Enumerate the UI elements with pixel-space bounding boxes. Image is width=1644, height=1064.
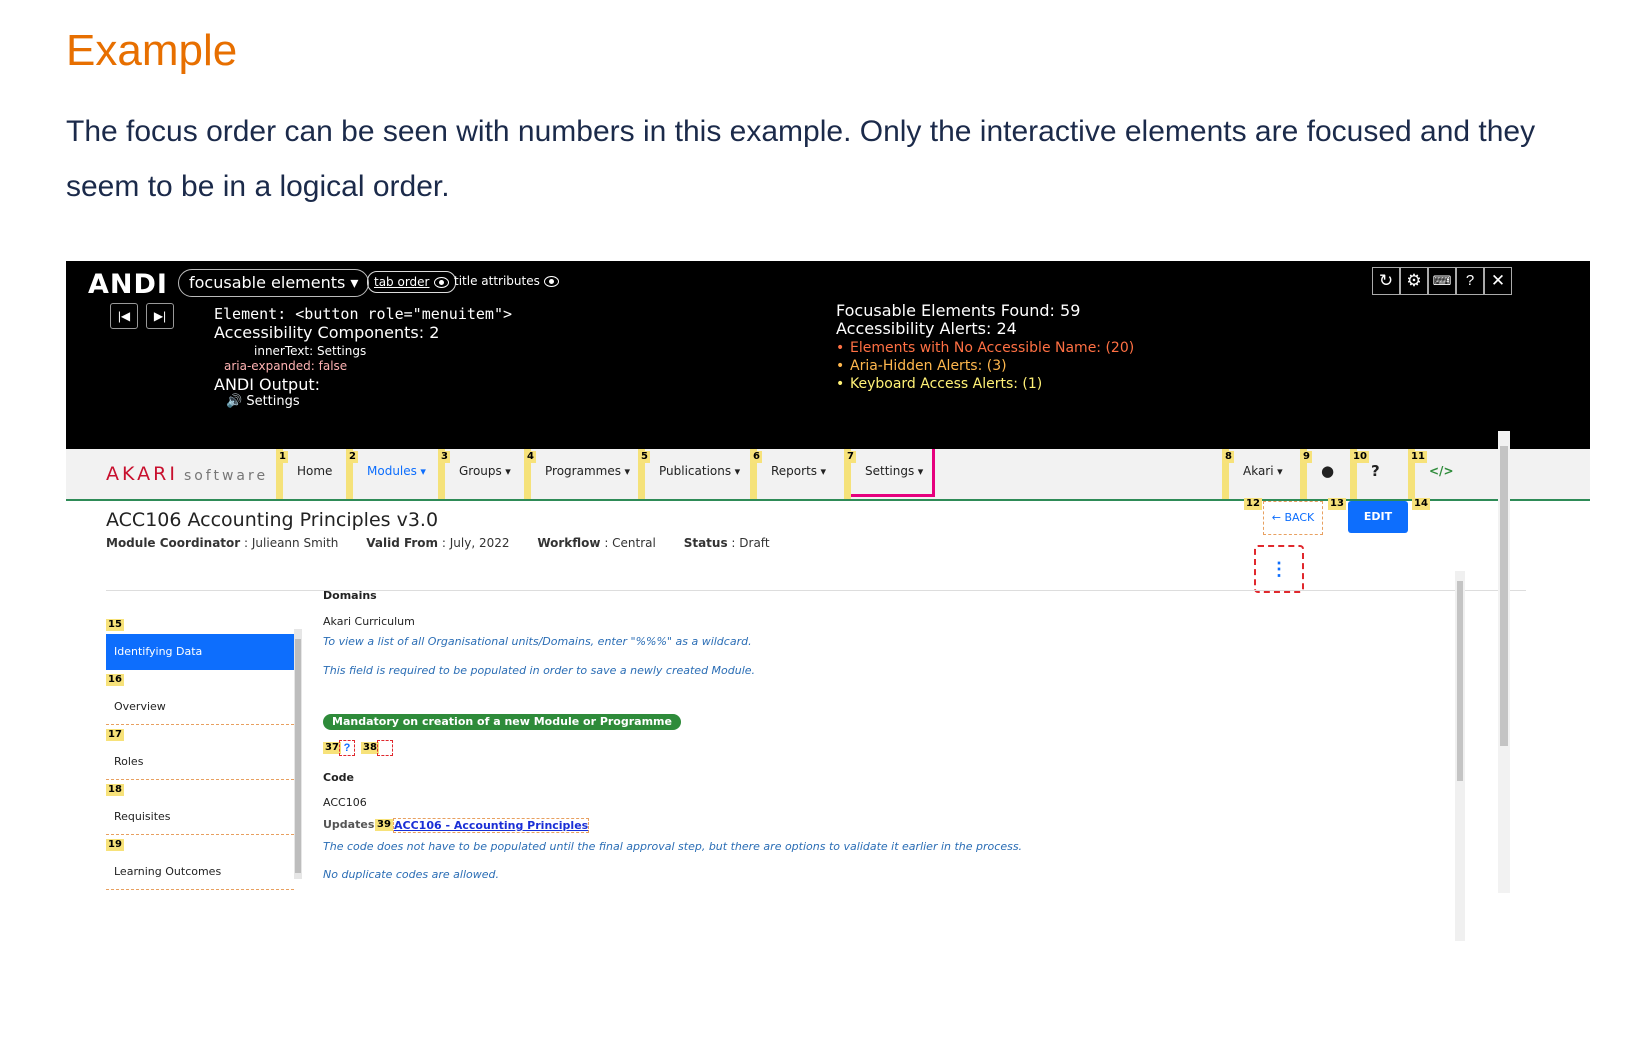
focus-badge: 8 — [1223, 451, 1234, 463]
sidebar-item-learning-outcomes[interactable]: Learning Outcomes — [106, 854, 294, 890]
image-icon[interactable] — [377, 740, 393, 756]
divider — [106, 590, 1526, 591]
eye-icon — [543, 276, 559, 287]
sidebar-item-roles[interactable]: Roles — [106, 744, 294, 780]
aria-expanded-prop: aria-expanded: false — [224, 359, 348, 373]
edit-button[interactable]: EDIT — [1348, 501, 1408, 533]
sidebar-item-overview[interactable]: Overview — [106, 689, 294, 725]
code-duplicate-hint: No duplicate codes are allowed. — [323, 868, 499, 881]
focus-badge: 17 — [106, 729, 124, 741]
updates-label: Updates — [323, 818, 375, 831]
focus-badge: 13 — [1328, 498, 1346, 510]
help-icon[interactable]: ? — [339, 740, 355, 756]
updates-link[interactable]: ACC106 - Accounting Principles — [393, 818, 590, 833]
nav-groups[interactable]: Groups — [438, 449, 524, 499]
focus-badge: 3 — [439, 451, 450, 463]
eye-icon — [433, 277, 449, 288]
focus-badge: 9 — [1301, 451, 1312, 463]
focusable-count: Focusable Elements Found: 59 — [836, 301, 1081, 320]
focus-badge: 39 — [375, 819, 393, 831]
tab-order-toggle[interactable]: tab order — [367, 271, 456, 293]
mandatory-badge: Mandatory on creation of a new Module or… — [323, 714, 681, 730]
app-navbar: AKARIsoftware Home 1 Modules 2 Groups 3 … — [66, 449, 1590, 501]
nav-publications[interactable]: Publications — [638, 449, 750, 499]
focus-badge: 19 — [106, 839, 124, 851]
focus-badge: 1 — [277, 451, 288, 463]
help-icon[interactable]: ? — [1456, 267, 1484, 295]
code-label: Code — [323, 771, 354, 784]
focus-badge: 14 — [1412, 498, 1430, 510]
focus-badge: 10 — [1351, 451, 1369, 463]
refresh-icon[interactable]: ↻ — [1372, 267, 1400, 295]
skip-next-icon[interactable]: ▶| — [146, 303, 174, 329]
alert-no-name[interactable]: Elements with No Accessible Name: (20) — [836, 340, 1134, 356]
title-attributes-toggle[interactable]: title attributes — [454, 271, 559, 291]
alert-aria-hidden[interactable]: Aria-Hidden Alerts: (3) — [836, 358, 1007, 374]
code-hint: The code does not have to be populated u… — [323, 840, 1023, 853]
focus-badge: 4 — [525, 451, 536, 463]
focus-badge: 12 — [1244, 498, 1262, 510]
alert-count: Accessibility Alerts: 24 — [836, 319, 1017, 338]
content-scrollbar[interactable] — [1455, 571, 1465, 941]
nav-reports[interactable]: Reports — [750, 449, 844, 499]
output-label: ANDI Output: — [214, 375, 321, 394]
mode-select[interactable]: focusable elements ▾ — [178, 269, 370, 297]
focus-badge: 16 — [106, 674, 124, 686]
element-info: Element: <button role="menuitem"> — [214, 305, 513, 323]
domains-label: Domains — [323, 589, 377, 602]
sidebar-item-identifying-data[interactable]: Identifying Data — [106, 634, 294, 670]
speaker-icon: 🔊 — [226, 394, 247, 409]
example-screenshot: ANDI focusable elements ▾ tab order titl… — [66, 261, 1590, 941]
module-meta: Module Coordinator : Julieann Smith Vali… — [106, 536, 770, 550]
output-value: 🔊 Settings — [226, 394, 300, 409]
back-button[interactable]: ← BACK — [1263, 501, 1323, 535]
focus-badge: 5 — [639, 451, 650, 463]
alert-keyboard[interactable]: Keyboard Access Alerts: (1) — [836, 376, 1042, 392]
andi-logo: ANDI — [88, 269, 168, 300]
focus-badge: 11 — [1409, 451, 1427, 463]
close-icon[interactable]: ✕ — [1484, 267, 1512, 295]
page-scrollbar[interactable] — [1498, 431, 1510, 893]
focus-badge: 18 — [106, 784, 124, 796]
domains-required-hint: This field is required to be populated i… — [323, 664, 756, 677]
more-options-icon[interactable]: ⋮ — [1254, 545, 1304, 593]
description-paragraph: The focus order can be seen with numbers… — [66, 115, 1536, 203]
inner-text-prop: innerText: Settings — [254, 344, 367, 358]
domains-value: Akari Curriculum — [323, 615, 415, 628]
gear-icon[interactable]: ⚙ — [1400, 267, 1428, 295]
keyboard-icon[interactable]: ⌨ — [1428, 267, 1456, 295]
sidebar-item-requisites[interactable]: Requisites — [106, 799, 294, 835]
domains-hint: To view a list of all Organisational uni… — [323, 635, 752, 648]
focus-badge: 6 — [751, 451, 762, 463]
sidebar-scrollbar[interactable] — [294, 629, 302, 879]
focus-indicator — [851, 449, 935, 497]
nav-programmes[interactable]: Programmes — [524, 449, 638, 499]
brand-logo[interactable]: AKARI software — [106, 463, 268, 485]
nav-modules[interactable]: Modules — [346, 449, 438, 499]
andi-panel: ANDI focusable elements ▾ tab order titl… — [66, 261, 1590, 449]
page-title: Example — [66, 26, 238, 75]
focus-badge: 2 — [347, 451, 358, 463]
components-count: Accessibility Components: 2 — [214, 323, 440, 342]
module-title: ACC106 Accounting Principles v3.0 — [106, 509, 439, 531]
code-value: ACC106 — [323, 796, 367, 809]
focus-badge: 15 — [106, 619, 124, 631]
skip-previous-icon[interactable]: |◀ — [110, 303, 138, 329]
